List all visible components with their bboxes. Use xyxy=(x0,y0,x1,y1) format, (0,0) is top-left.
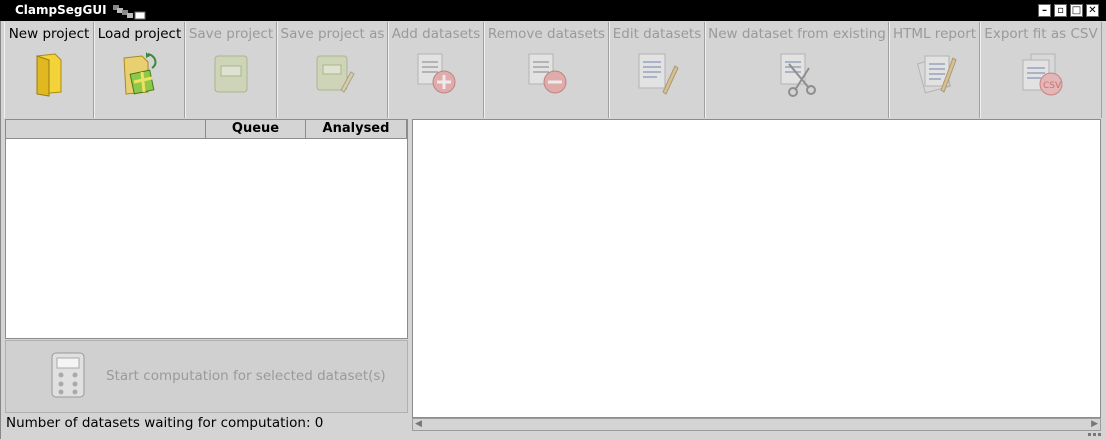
add-dataset-icon xyxy=(417,53,456,94)
save-icon xyxy=(214,55,248,93)
dataset-table[interactable]: Queue Analysed xyxy=(5,119,408,339)
remove-dataset-icon xyxy=(528,53,566,94)
restore-button[interactable]: ▫ xyxy=(1054,4,1067,17)
status-text: Number of datasets waiting for computati… xyxy=(6,415,324,431)
toolbar: New project Load project Save project Sa… xyxy=(4,22,1102,118)
save-project-label: Save project xyxy=(188,26,274,42)
edit-datasets-button[interactable]: Edit datasets xyxy=(609,22,705,118)
column-header-name[interactable] xyxy=(6,120,206,138)
title-bar: ClampSegGUI – ▫ □ ✕ xyxy=(0,0,1106,21)
new-dataset-from-existing-label: New dataset from existing xyxy=(708,26,886,42)
scroll-left-arrow-icon[interactable]: ◀ xyxy=(415,419,422,430)
html-report-label: HTML report xyxy=(892,26,977,42)
results-view[interactable] xyxy=(412,119,1101,418)
new-dataset-from-existing-button[interactable]: New dataset from existing xyxy=(705,22,889,118)
new-project-button[interactable]: New project xyxy=(4,22,94,118)
column-header-queue[interactable]: Queue xyxy=(206,120,306,138)
resize-grip-icon[interactable] xyxy=(1088,431,1102,437)
save-as-icon xyxy=(316,55,355,93)
scroll-right-arrow-icon[interactable]: ▶ xyxy=(1091,419,1098,430)
add-datasets-label: Add datasets xyxy=(391,26,481,42)
report-icon xyxy=(916,55,957,94)
save-project-button[interactable]: Save project xyxy=(185,22,277,118)
column-header-analysed[interactable]: Analysed xyxy=(306,120,407,138)
add-datasets-button[interactable]: Add datasets xyxy=(388,22,484,118)
close-button[interactable]: ✕ xyxy=(1086,4,1099,17)
save-project-as-label: Save project as xyxy=(280,26,385,42)
horizontal-scrollbar[interactable]: ◀ ▶ xyxy=(412,418,1101,431)
start-computation-button[interactable]: Start computation for selected dataset(s… xyxy=(5,340,408,413)
new-project-label: New project xyxy=(8,26,90,42)
remove-datasets-label: Remove datasets xyxy=(487,26,606,42)
window-title: ClampSegGUI xyxy=(15,3,107,17)
folder-icon xyxy=(36,53,62,97)
csv-export-icon: CSV xyxy=(1022,53,1063,96)
title-bar-decoration-icon xyxy=(113,5,146,20)
minimize-button[interactable]: – xyxy=(1038,4,1051,17)
export-fit-as-csv-button[interactable]: Export fit as CSV CSV xyxy=(980,22,1102,118)
load-folder-icon xyxy=(122,52,156,95)
calculator-icon xyxy=(51,352,85,398)
edit-datasets-label: Edit datasets xyxy=(612,26,702,42)
svg-text:CSV: CSV xyxy=(1043,81,1062,91)
remove-datasets-button[interactable]: Remove datasets xyxy=(484,22,609,118)
load-project-button[interactable]: Load project xyxy=(94,22,185,118)
scissors-icon xyxy=(780,53,816,97)
edit-dataset-icon xyxy=(638,53,679,95)
maximize-button[interactable]: □ xyxy=(1070,4,1083,17)
save-project-as-button[interactable]: Save project as xyxy=(277,22,388,118)
export-fit-as-csv-label: Export fit as CSV xyxy=(984,26,1098,42)
html-report-button[interactable]: HTML report xyxy=(889,22,980,118)
table-header: Queue Analysed xyxy=(6,120,407,139)
start-computation-label: Start computation for selected dataset(s… xyxy=(106,368,386,384)
load-project-label: Load project xyxy=(97,26,182,42)
